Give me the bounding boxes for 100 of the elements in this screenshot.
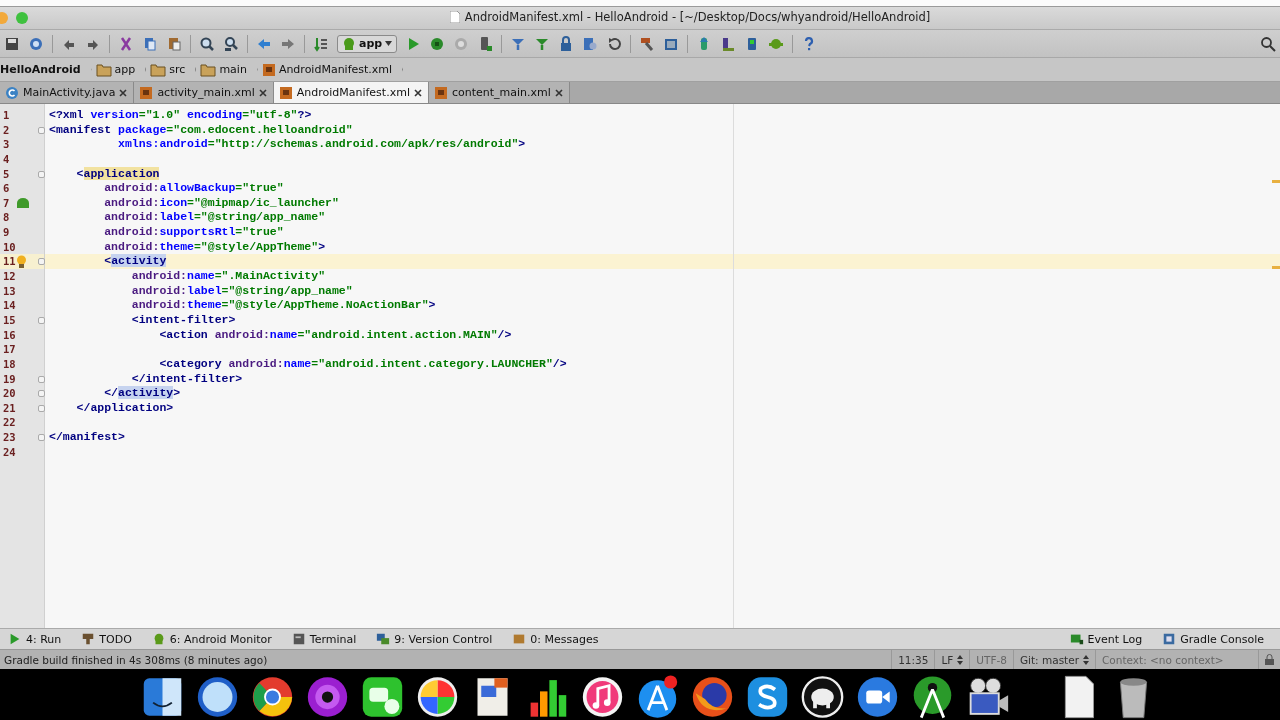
editor-tab[interactable]: activity_main.xml <box>134 82 274 103</box>
code-line: android:label="@string/app_name" <box>103 210 326 226</box>
line-number: 16 <box>3 327 16 343</box>
line-number: 5 <box>3 166 10 182</box>
file-icon <box>449 11 460 23</box>
breadcrumb[interactable]: HelloAndroid <box>0 58 92 81</box>
tool-window-button[interactable]: 4: Run <box>2 629 68 649</box>
breadcrumb[interactable]: AndroidManifest.xml <box>257 58 404 81</box>
code-line: </manifest> <box>49 430 125 445</box>
line-number: 4 <box>3 151 10 167</box>
fold-marker[interactable] <box>38 434 45 442</box>
editor-tab[interactable]: AndroidManifest.xml <box>273 82 429 103</box>
line-number: 12 <box>3 269 16 284</box>
xml-file-icon <box>278 85 293 100</box>
fold-marker[interactable] <box>38 170 45 178</box>
code-line: android:supportsRtl="true" <box>103 225 284 240</box>
xml-file-icon <box>433 85 448 100</box>
hammer-icon[interactable] <box>639 35 656 52</box>
tool-window-button[interactable]: Event Log <box>1063 629 1149 649</box>
lightbulb-icon[interactable] <box>16 255 27 270</box>
tool-window-button[interactable]: 6: Android Monitor <box>145 629 278 649</box>
line-number: 22 <box>3 415 16 431</box>
code-line: android:icon="@mipmap/ic_launcher" <box>103 195 339 211</box>
code-line: <intent-filter> <box>130 312 236 328</box>
code-line: <manifest package="com.edocent.helloandroid" <box>49 122 353 138</box>
window-title: AndroidManifest.xml - HelloAndroid - [~/Desktop/Docs/whyandroid/HelloAndroid] <box>464 10 931 24</box>
line-number: 9 <box>3 225 10 240</box>
close-icon[interactable] <box>554 88 563 97</box>
revert-icon[interactable] <box>606 35 623 52</box>
line-number: 19 <box>3 371 16 387</box>
paste-icon[interactable] <box>166 35 182 52</box>
tool-window-button[interactable]: Gradle Console <box>1156 629 1270 649</box>
line-number: 15 <box>3 312 16 328</box>
close-icon[interactable] <box>119 88 128 97</box>
messages-icon <box>512 632 527 646</box>
cut-icon[interactable] <box>118 35 134 52</box>
line-number: 2 <box>3 122 10 138</box>
todo-icon <box>81 632 96 646</box>
module-folder-icon <box>95 62 112 77</box>
line-separator-selector[interactable]: LF <box>941 653 954 666</box>
line-number: 21 <box>3 400 16 416</box>
line-number: 10 <box>3 239 16 255</box>
gradle-console-icon <box>1162 632 1177 646</box>
code-line: android:name=".MainActivity" <box>130 269 326 284</box>
debug-icon[interactable] <box>429 35 446 52</box>
fold-marker[interactable] <box>38 375 45 383</box>
search-icon[interactable] <box>1260 35 1276 52</box>
run-icon <box>8 632 22 646</box>
fold-marker[interactable] <box>38 404 45 412</box>
sync-icon[interactable] <box>28 35 44 52</box>
editor-tab[interactable]: content_main.xml <box>428 82 570 103</box>
tool-window-button[interactable]: 9: Version Control <box>370 629 499 649</box>
breadcrumb[interactable]: main <box>196 58 258 81</box>
fold-marker[interactable] <box>38 316 45 324</box>
xml-file-icon <box>139 85 154 100</box>
git-branch-selector[interactable]: Git: master <box>1019 653 1079 666</box>
code-line: <application <box>75 166 160 182</box>
tool-window-button[interactable]: Terminal <box>285 629 363 649</box>
close-icon[interactable] <box>258 88 267 97</box>
android-icon[interactable] <box>16 196 30 209</box>
code-line: android:label="@string/app_name" <box>130 283 353 299</box>
line-number: 1 <box>3 108 10 123</box>
close-icon[interactable] <box>413 88 422 97</box>
make-icon[interactable] <box>313 35 329 52</box>
up-down-icon[interactable] <box>1083 654 1089 665</box>
folder-icon <box>150 62 167 77</box>
terminal-icon <box>291 632 306 646</box>
line-number: 17 <box>3 342 16 357</box>
line-number: 7 <box>3 195 10 211</box>
replace-icon[interactable] <box>223 35 239 52</box>
line-number: 14 <box>3 298 16 313</box>
code-line: android:theme="@style/AppTheme.NoActionBar"> <box>130 298 436 313</box>
tool-window-button[interactable]: 0: Messages <box>506 629 605 649</box>
code-line: </intent-filter> <box>130 371 243 387</box>
line-number: 20 <box>3 386 16 401</box>
up-down-icon[interactable] <box>957 654 964 665</box>
code-line: </application> <box>75 400 174 416</box>
breadcrumb[interactable]: src <box>146 58 197 81</box>
code-line: <?xml version="1.0" encoding="utf-8"?> <box>49 108 312 123</box>
folder-icon <box>200 62 217 77</box>
breadcrumb[interactable]: app <box>91 58 147 81</box>
tool-window-button[interactable]: TODO <box>75 629 138 649</box>
code-line: </activity> <box>103 386 181 401</box>
line-number: 23 <box>3 430 16 445</box>
run-configuration-dropdown[interactable]: app <box>337 34 398 53</box>
code-line: xmlns:android="http://schemas.android.com/apk/res/android"> <box>117 137 526 152</box>
line-number: 18 <box>3 356 16 372</box>
find-icon[interactable] <box>199 35 215 52</box>
code-line: android:theme="@style/AppTheme"> <box>103 239 326 255</box>
code-line: <activity <box>103 254 167 270</box>
code-line: <category android:name="android.intent.category.LAUNCHER"/> <box>158 356 567 372</box>
line-number: 24 <box>3 444 16 460</box>
lock-icon[interactable] <box>1265 654 1274 665</box>
fold-marker[interactable] <box>38 390 45 398</box>
copy-icon[interactable] <box>142 35 158 52</box>
fold-marker[interactable] <box>38 126 45 134</box>
editor-tab[interactable]: MainActivity.java <box>0 82 135 103</box>
code-line: android:allowBackup="true" <box>103 181 284 196</box>
save-icon[interactable] <box>4 35 20 52</box>
code-line: <action android:name="android.intent.action.MAIN"/> <box>158 327 512 343</box>
